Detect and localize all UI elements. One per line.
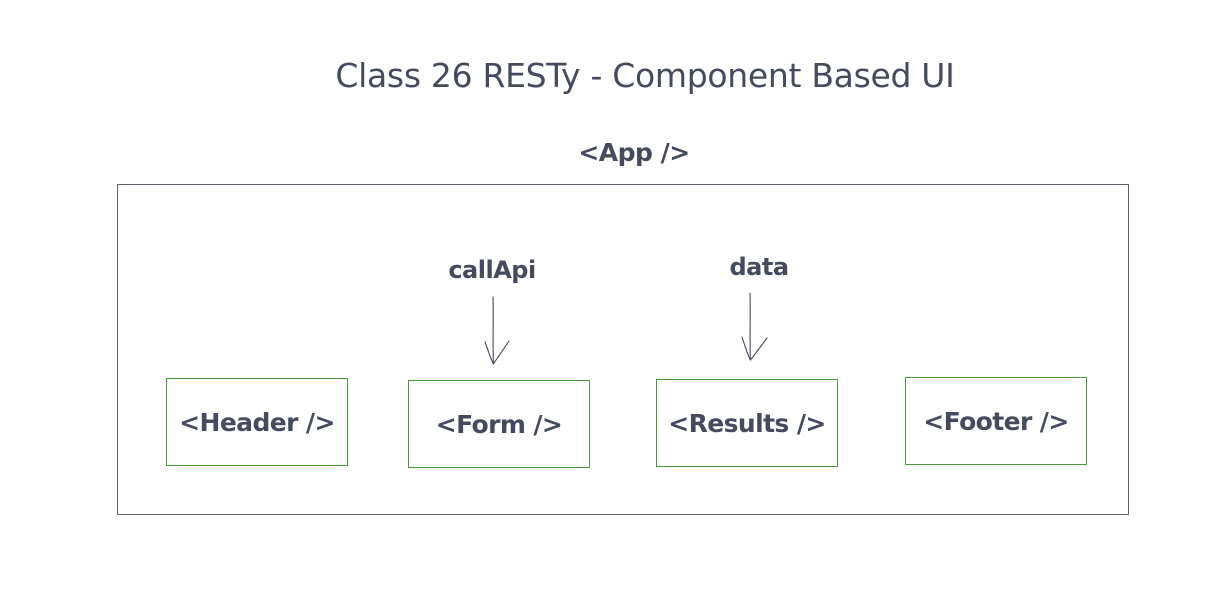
diagram-title: Class 26 RESTy - Component Based UI <box>335 56 955 95</box>
form-component-label: <Form /> <box>435 409 563 439</box>
app-component-label: <App /> <box>578 138 690 167</box>
header-component-box: <Header /> <box>166 378 348 466</box>
footer-component-box: <Footer /> <box>905 377 1087 465</box>
prop-label-data: data <box>729 253 789 281</box>
footer-component-label: <Footer /> <box>923 406 1069 436</box>
results-component-label: <Results /> <box>668 408 826 438</box>
results-component-box: <Results /> <box>656 379 838 467</box>
prop-label-callapi: callApi <box>448 256 536 284</box>
form-component-box: <Form /> <box>408 380 590 468</box>
header-component-label: <Header /> <box>179 407 335 437</box>
